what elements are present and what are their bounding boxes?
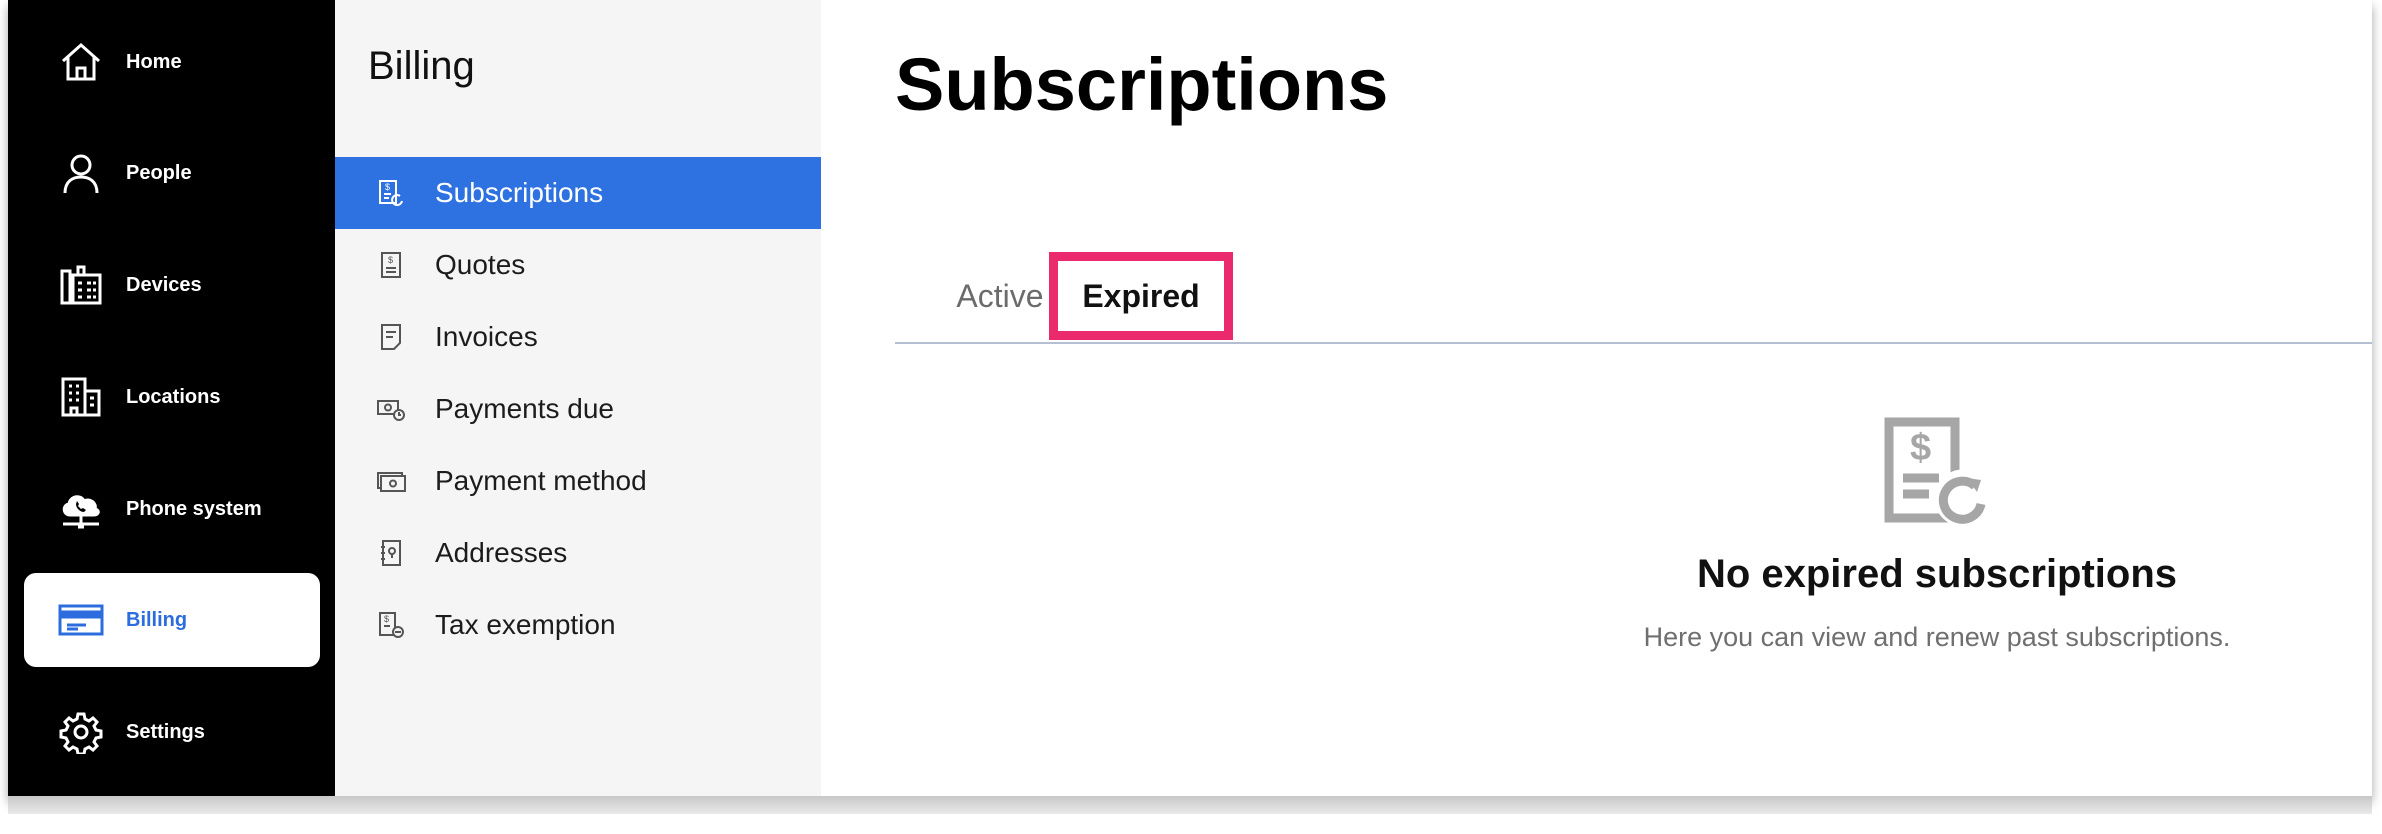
window-shadow bbox=[8, 796, 2372, 814]
nav-item-devices[interactable]: Devices bbox=[24, 238, 320, 332]
devices-icon bbox=[56, 260, 106, 310]
nav-item-locations[interactable]: Locations bbox=[24, 350, 320, 444]
submenu-item-quotes[interactable]: $ Quotes bbox=[335, 229, 821, 301]
submenu-item-subscriptions[interactable]: $ Subscriptions bbox=[335, 157, 821, 229]
subscription-renew-icon: $ bbox=[1883, 416, 1993, 527]
submenu-item-label: Addresses bbox=[435, 537, 568, 568]
nav-label: Phone system bbox=[126, 497, 262, 520]
subscription-icon: $ bbox=[375, 177, 407, 209]
gear-icon bbox=[56, 707, 106, 757]
submenu-item-label: Payments due bbox=[435, 393, 614, 424]
empty-state-description: Here you can view and renew past subscri… bbox=[1643, 622, 2231, 652]
tax-exemption-icon: $ bbox=[375, 609, 407, 641]
home-icon bbox=[56, 37, 106, 87]
nav-item-billing[interactable]: Billing bbox=[24, 573, 320, 667]
building-icon bbox=[56, 372, 106, 422]
nav-item-people[interactable]: People bbox=[24, 126, 320, 220]
invoice-icon bbox=[375, 321, 407, 353]
svg-text:$: $ bbox=[385, 182, 390, 192]
app-window: Home People Devices Locations Phone syst… bbox=[8, 0, 2372, 796]
submenu-item-payment-method[interactable]: Payment method bbox=[335, 445, 821, 517]
nav-label: Devices bbox=[126, 273, 202, 296]
person-icon bbox=[56, 148, 106, 198]
svg-text:$: $ bbox=[384, 614, 389, 624]
submenu-item-label: Tax exemption bbox=[435, 609, 616, 640]
billing-card-icon bbox=[56, 595, 106, 645]
submenu-item-payments-due[interactable]: Payments due bbox=[335, 373, 821, 445]
submenu-item-label: Invoices bbox=[435, 321, 538, 352]
svg-text:$: $ bbox=[388, 255, 393, 265]
nav-label: People bbox=[126, 161, 192, 184]
svg-text:$: $ bbox=[1910, 427, 1931, 469]
tab-expired[interactable]: Expired bbox=[1049, 252, 1233, 340]
nav-item-home[interactable]: Home bbox=[24, 15, 320, 109]
tab-active[interactable]: Active bbox=[945, 252, 1055, 340]
submenu-item-tax-exemption[interactable]: $ Tax exemption bbox=[335, 589, 821, 661]
billing-submenu: Billing $ Subscriptions $ Quotes Invoice… bbox=[335, 0, 821, 796]
nav-label: Settings bbox=[126, 720, 205, 743]
submenu-item-label: Payment method bbox=[435, 465, 647, 496]
submenu-item-label: Subscriptions bbox=[435, 177, 604, 208]
nav-label: Home bbox=[126, 50, 182, 73]
main-content: Subscriptions Active Expired $ No expire… bbox=[821, 0, 2372, 796]
tab-bar: Active Expired bbox=[895, 252, 2372, 344]
nav-item-settings[interactable]: Settings bbox=[24, 685, 320, 779]
nav-item-phone-system[interactable]: Phone system bbox=[24, 462, 320, 556]
address-book-icon bbox=[375, 537, 407, 569]
cloud-phone-icon bbox=[56, 484, 106, 534]
submenu-item-addresses[interactable]: Addresses bbox=[335, 517, 821, 589]
payment-due-icon bbox=[375, 393, 407, 425]
nav-label: Locations bbox=[126, 385, 221, 408]
empty-state-title: No expired subscriptions bbox=[1696, 552, 2178, 596]
submenu-item-invoices[interactable]: Invoices bbox=[335, 301, 821, 373]
nav-label: Billing bbox=[126, 608, 188, 631]
page-title: Subscriptions bbox=[895, 43, 1389, 126]
payment-method-icon bbox=[375, 465, 407, 497]
submenu-title: Billing bbox=[368, 44, 475, 88]
quote-icon: $ bbox=[375, 249, 407, 281]
submenu-item-label: Quotes bbox=[435, 249, 526, 280]
primary-nav: Home People Devices Locations Phone syst… bbox=[8, 0, 335, 796]
